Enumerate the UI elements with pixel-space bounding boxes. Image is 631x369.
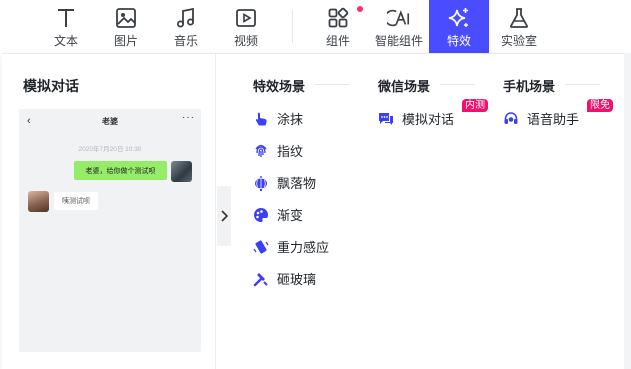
avatar	[28, 191, 49, 212]
chat-preview-title: 老婆	[102, 117, 118, 126]
effect-item-smash-glass[interactable]: 砸玻璃	[253, 269, 316, 288]
text-icon	[54, 6, 78, 30]
item-label: 指纹	[277, 144, 304, 159]
components-icon	[326, 6, 350, 30]
effects-panel: 模拟对话 ‹ 老婆 ··· 2020年7月20日 10:30 老婆，给你做个测试…	[2, 53, 624, 369]
toolbar-music-label: 音乐	[173, 34, 198, 48]
phone-item-voice-assistant[interactable]: 语音助手 限免	[503, 99, 613, 128]
chat-preview: ‹ 老婆 ··· 2020年7月20日 10:30 老婆，给你做个测试呗 咦测试…	[19, 109, 201, 352]
preview-title: 模拟对话	[23, 78, 79, 94]
toolbar-video-label: 视频	[233, 34, 258, 48]
lantern-icon	[253, 175, 269, 191]
palette-icon	[253, 207, 269, 223]
beta-badge: 内测	[462, 99, 488, 112]
fingerprint-icon	[253, 143, 269, 159]
section-title: 手机场景	[503, 79, 556, 94]
image-icon	[114, 6, 138, 30]
notification-dot	[357, 6, 363, 12]
collapse-handle[interactable]	[217, 186, 231, 246]
toolbar-video-button[interactable]: 视频	[216, 0, 276, 53]
item-label: 涂抹	[277, 112, 304, 127]
item-label: 渐变	[277, 208, 304, 223]
section-title: 微信场景	[378, 79, 431, 94]
toolbar-lab-label: 实验室	[500, 34, 537, 48]
toolbar-smart-components-button[interactable]: 智能组件	[369, 0, 429, 53]
wechat-item-chat-sim[interactable]: 模拟对话 内测	[378, 99, 488, 128]
avatar	[171, 161, 192, 182]
effect-item-falling[interactable]: 飘落物	[253, 173, 316, 192]
flask-icon	[507, 6, 531, 30]
section-title: 特效场景	[253, 79, 306, 94]
effect-item-fingerprint[interactable]: 指纹	[253, 141, 303, 160]
toolbar-image-label: 图片	[113, 34, 138, 48]
effect-item-gravity[interactable]: 重力感应	[253, 237, 329, 256]
toolbar-image-button[interactable]: 图片	[96, 0, 156, 53]
section-divider	[315, 84, 350, 85]
item-label: 模拟对话	[402, 112, 455, 127]
section-divider	[440, 84, 475, 85]
effect-item-smear[interactable]: 涂抹	[253, 109, 303, 128]
preview-column: 模拟对话 ‹ 老婆 ··· 2020年7月20日 10:30 老婆，给你做个测试…	[2, 54, 216, 369]
toolbar-divider	[292, 10, 293, 43]
toolbar-music-button[interactable]: 音乐	[156, 0, 216, 53]
more-icon: ···	[182, 112, 195, 123]
page-edge	[624, 53, 631, 369]
video-icon	[234, 6, 258, 30]
section-divider	[565, 84, 600, 85]
free-badge: 限免	[587, 99, 613, 112]
toolbar-lab-button[interactable]: 实验室	[489, 0, 549, 53]
item-label: 重力感应	[277, 240, 330, 255]
effect-item-gradient[interactable]: 渐变	[253, 205, 303, 224]
toolbar-components-button[interactable]: 组件	[308, 0, 368, 53]
top-toolbar: 文本 图片 音乐 视频 组件 智能组件 特效 实验室	[0, 0, 631, 53]
chat-timestamp: 2020年7月20日 10:30	[78, 146, 142, 153]
toolbar-text-button[interactable]: 文本	[36, 0, 96, 53]
chat-preview-header: ‹ 老婆 ···	[19, 109, 201, 135]
toolbar-smart-components-label: 智能组件	[374, 34, 423, 48]
sparkle-icon	[447, 6, 471, 30]
toolbar-text-label: 文本	[53, 34, 78, 48]
toolbar-effects-label: 特效	[446, 34, 471, 48]
tilt-phone-icon	[253, 239, 269, 255]
incoming-message: 咦测试呗	[54, 192, 98, 210]
finger-tap-icon	[253, 111, 269, 127]
outgoing-message: 老婆，给你做个测试呗	[74, 161, 167, 180]
music-icon	[174, 6, 198, 30]
ai-icon	[387, 6, 411, 30]
chevron-right-icon	[221, 210, 228, 222]
item-label: 砸玻璃	[277, 272, 317, 287]
toolbar-effects-button[interactable]: 特效	[429, 0, 489, 53]
toolbar-components-label: 组件	[325, 34, 350, 48]
chat-icon	[378, 111, 394, 127]
item-label: 飘落物	[277, 176, 317, 191]
hammer-icon	[253, 271, 269, 287]
item-label: 语音助手	[527, 112, 580, 127]
headset-icon	[503, 111, 519, 127]
